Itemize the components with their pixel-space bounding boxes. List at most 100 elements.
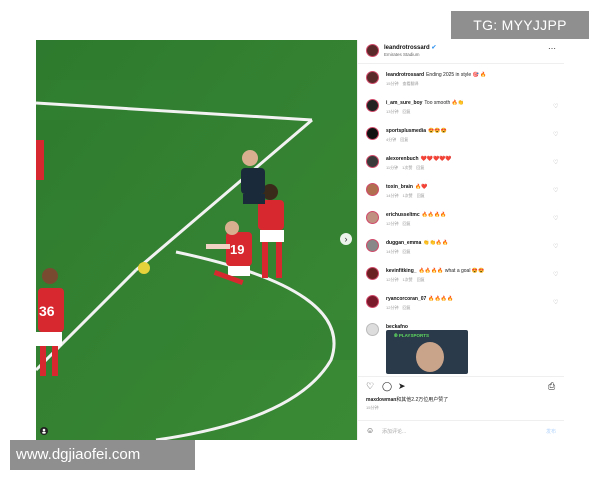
football-pitch-image: 36 19 — [36, 40, 357, 440]
comment-text: ❤️❤️❤️❤️❤️ — [420, 156, 452, 162]
comment-username[interactable]: i_am_sure_boy — [386, 100, 422, 106]
comment-time: 14分钟 — [386, 193, 399, 198]
post-side-panel: leandrotrossard ✔ Emirates Stadium ⋯ lea… — [357, 40, 564, 440]
comment-input[interactable]: 添加评论... — [382, 428, 406, 435]
svg-text:36: 36 — [39, 303, 55, 319]
comment-text: 😍😍😍 — [428, 128, 447, 134]
likes-text: 和其他2.2万位用户赞了 — [396, 397, 449, 403]
comment-text: 🔥🔥🔥🔥 what a goal 😍😍 — [418, 268, 485, 274]
comment-item: sportsplusmedia 😍😍😍 4分钟 回复 ♡ — [358, 126, 564, 150]
comment-username[interactable]: kevinfitking_ — [386, 268, 417, 274]
username-text[interactable]: leandrotrossard — [384, 45, 430, 51]
emoji-icon[interactable]: ☺ — [366, 426, 374, 435]
comment-time: 12分钟 — [386, 277, 399, 282]
comment-time: 4分钟 — [386, 137, 397, 142]
share-icon[interactable]: ➤ — [398, 381, 406, 392]
comment-item: toxin_brain 🔥❤️ 14分钟 1次赞 回复 ♡ — [358, 182, 564, 206]
comment-item: duggan_emma 👏👏🔥🔥 14分钟 回复 ♡ — [358, 238, 564, 262]
avatar[interactable] — [366, 211, 379, 224]
reply-link[interactable]: 回复 — [416, 165, 424, 170]
comment-username[interactable]: toxin_brain — [386, 184, 413, 190]
post-location[interactable]: Emirates Stadium — [384, 52, 420, 57]
comment-username[interactable]: leandrotrossard — [386, 72, 424, 78]
screenshot-root: TG: MYYJJPP 36 19 › leandrotrossard ✔ Em… — [0, 0, 600, 480]
post-comment-button[interactable]: 发布 — [546, 428, 556, 435]
caption-text: Ending 2025 in style 🎯 🔥 — [426, 72, 487, 78]
comment-time: 12分钟 — [386, 221, 399, 226]
comment-item: i_am_sure_boy Too smooth 🔥👏 13分钟 回复 ♡ — [358, 98, 564, 122]
comment-like-icon[interactable]: ♡ — [553, 131, 558, 138]
verified-icon: ✔ — [431, 45, 437, 51]
comment-text: 👏👏🔥🔥 — [423, 240, 449, 246]
comment-username[interactable]: alexorenbuch — [386, 156, 419, 162]
post-header: leandrotrossard ✔ Emirates Stadium ⋯ — [358, 40, 564, 64]
avatar[interactable] — [366, 183, 379, 196]
comment-time: 15分钟 — [386, 81, 399, 86]
watermark-top: TG: MYYJJPP — [451, 11, 589, 39]
post-actions-bar: ♡ ◯ ➤ ⎙ — [358, 376, 564, 392]
comment-time: 11分钟 — [386, 165, 399, 170]
comment-embedded-image[interactable]: ⦾ PLAYSPORTS — [386, 330, 468, 374]
comment-like-icon[interactable]: ♡ — [553, 215, 558, 222]
ball — [138, 262, 150, 274]
avatar[interactable] — [366, 155, 379, 168]
avatar[interactable] — [366, 99, 379, 112]
comment-text: 🔥🔥🔥🔥 — [421, 212, 447, 218]
comment-like-icon[interactable]: ♡ — [553, 103, 558, 110]
post-photo[interactable]: 36 19 — [36, 40, 357, 440]
avatar[interactable] — [366, 127, 379, 140]
translate-link[interactable]: 查看翻译 — [402, 81, 418, 86]
comment-like-icon[interactable]: ♡ — [553, 271, 558, 278]
comment-likes-count: 1次赞 — [402, 193, 413, 198]
like-icon[interactable]: ♡ — [366, 381, 374, 392]
comment-username[interactable]: erichusseltmc — [386, 212, 420, 218]
comment-time: 13分钟 — [386, 109, 399, 114]
post-time: 15分钟 — [366, 405, 379, 410]
avatar[interactable] — [366, 71, 379, 84]
reply-link[interactable]: 回复 — [400, 137, 408, 142]
comment-time: 12分钟 — [386, 305, 399, 310]
more-options-icon[interactable]: ⋯ — [548, 44, 556, 53]
likes-summary[interactable]: maxdowman和其他2.2万位用户赞了 — [366, 396, 448, 403]
comment-username[interactable]: sportsplusmedia — [386, 128, 426, 134]
avatar[interactable] — [366, 44, 379, 57]
comment-item: kevinfitking_ 🔥🔥🔥🔥 what a goal 😍😍 12分钟 1次赞… — [358, 266, 564, 290]
reply-link[interactable]: 回复 — [417, 277, 425, 282]
caption-item: leandrotrossard Ending 2025 in style 🎯 🔥 … — [358, 70, 564, 94]
embedded-face — [416, 342, 444, 372]
comment-likes-count: 1次赞 — [402, 277, 413, 282]
comment-item: erichusseltmc 🔥🔥🔥🔥 12分钟 回复 ♡ — [358, 210, 564, 234]
playsports-badge: ⦾ PLAYSPORTS — [394, 333, 429, 338]
reply-link[interactable]: 回复 — [402, 109, 410, 114]
post-username[interactable]: leandrotrossard ✔ — [384, 44, 436, 51]
reply-link[interactable]: 回复 — [402, 249, 410, 254]
reply-link[interactable]: 回复 — [402, 305, 410, 310]
comment-icon[interactable]: ◯ — [382, 381, 392, 392]
user-tag-icon[interactable] — [40, 427, 48, 435]
comment-text: 🔥🔥🔥🔥 — [428, 296, 454, 302]
avatar[interactable] — [366, 239, 379, 252]
comment-item: ryancorcoran_07 🔥🔥🔥🔥 12分钟 回复 ♡ — [358, 294, 564, 318]
comment-username[interactable]: duggan_emma — [386, 240, 421, 246]
comment-composer: ☺ 添加评论... 发布 — [358, 420, 564, 440]
comment-text: 🔥❤️ — [414, 184, 428, 190]
comment-like-icon[interactable]: ♡ — [553, 243, 558, 250]
comment-like-icon[interactable]: ♡ — [553, 159, 558, 166]
watermark-bottom: www.dgjiaofei.com — [10, 440, 195, 470]
next-slide-icon[interactable]: › — [340, 233, 352, 245]
reply-link[interactable]: 回复 — [417, 193, 425, 198]
comment-time: 14分钟 — [386, 249, 399, 254]
svg-text:19: 19 — [230, 242, 244, 257]
comment-like-icon[interactable]: ♡ — [553, 187, 558, 194]
avatar[interactable] — [366, 323, 379, 336]
reply-link[interactable]: 回复 — [402, 221, 410, 226]
avatar[interactable] — [366, 295, 379, 308]
likes-username[interactable]: maxdowman — [366, 397, 396, 403]
comment-likes-count: 1次赞 — [402, 165, 413, 170]
comment-username[interactable]: ryancorcoran_07 — [386, 296, 426, 302]
avatar[interactable] — [366, 267, 379, 280]
comment-item: alexorenbuch ❤️❤️❤️❤️❤️ 11分钟 1次赞 回复 ♡ — [358, 154, 564, 178]
save-icon[interactable]: ⎙ — [548, 381, 555, 392]
comment-like-icon[interactable]: ♡ — [553, 299, 558, 306]
comment-text: Too smooth 🔥👏 — [424, 100, 465, 106]
